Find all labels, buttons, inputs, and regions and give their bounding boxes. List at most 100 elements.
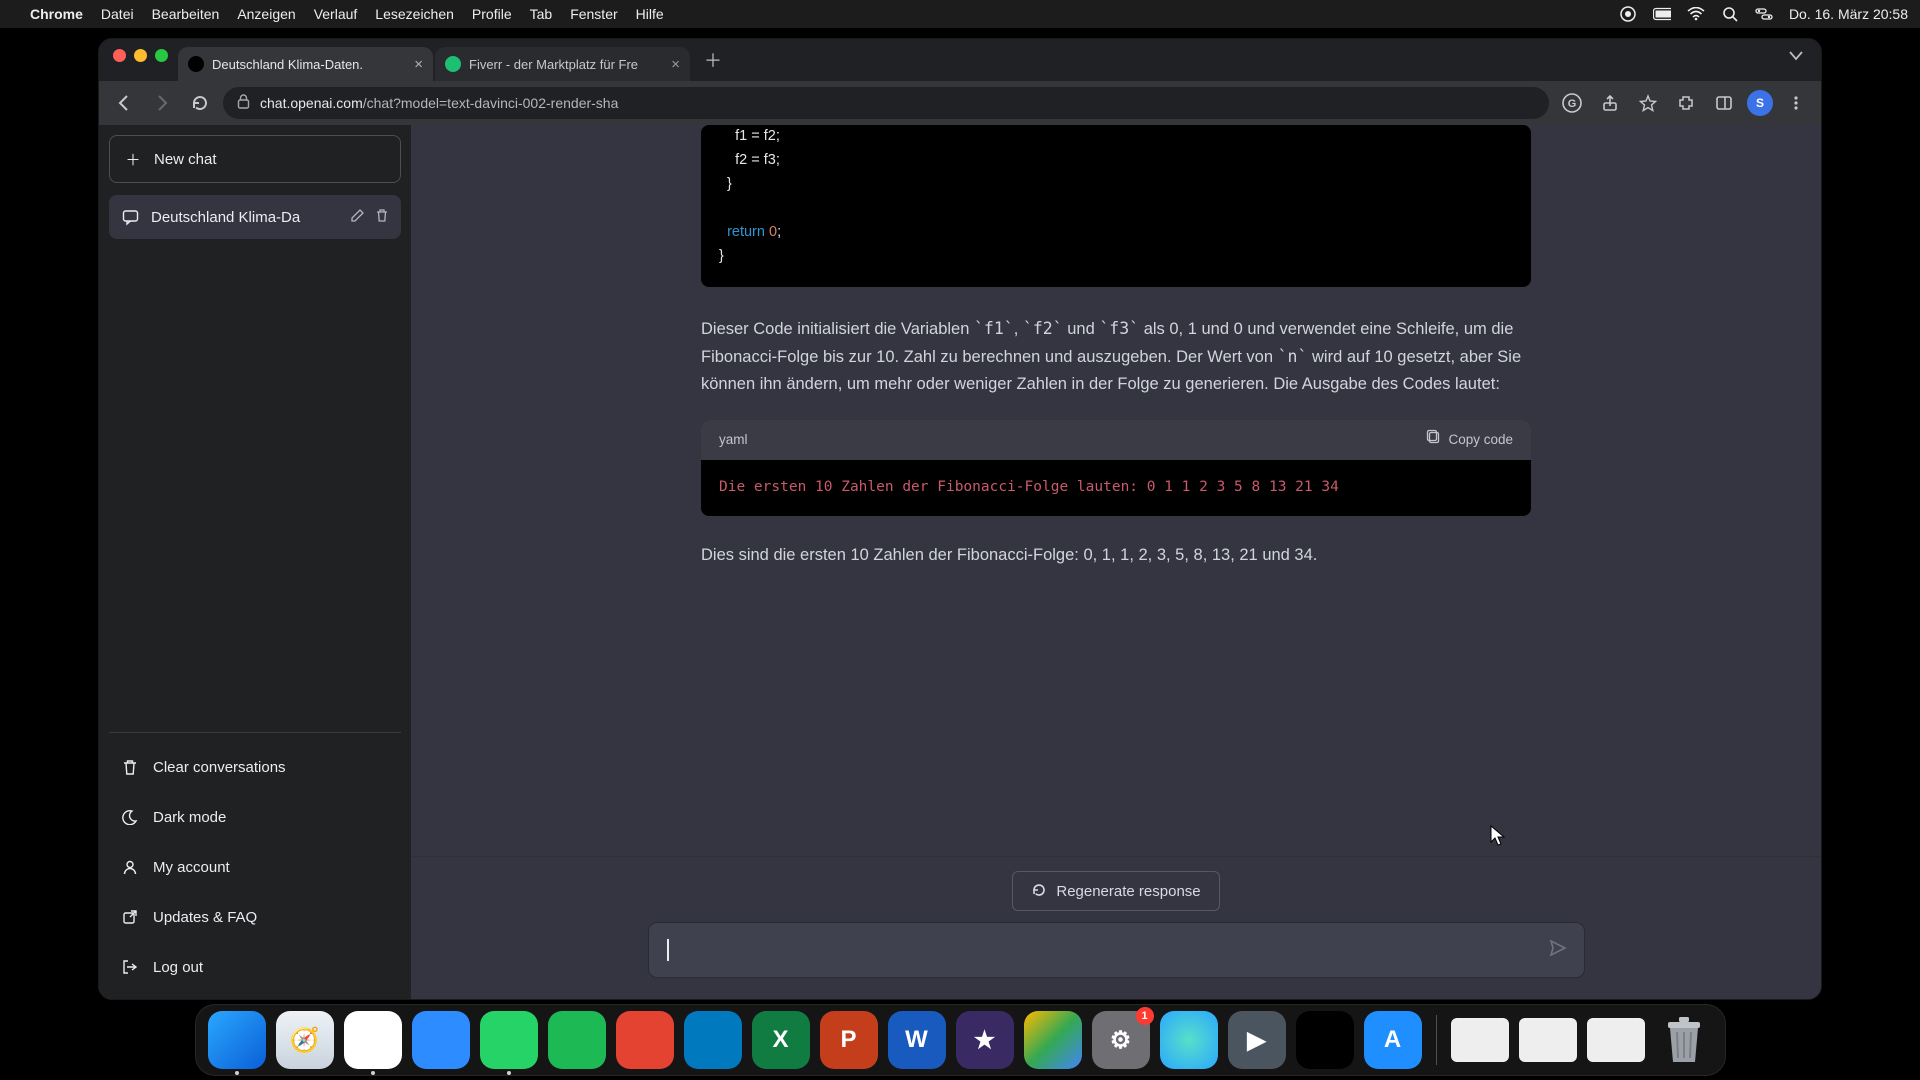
- page-content: ＋ New chat Deutschland Klima-Da: [99, 125, 1821, 999]
- window-close-button[interactable]: [113, 49, 126, 62]
- dock-minimized-window[interactable]: [1451, 1018, 1509, 1062]
- text-caret: [667, 939, 669, 961]
- menubar-clock[interactable]: Do. 16. März 20:58: [1789, 6, 1908, 22]
- dock-app-quicktime[interactable]: ▶: [1228, 1011, 1286, 1069]
- nav-forward-button[interactable]: [147, 88, 177, 118]
- tab-overflow-icon[interactable]: [1789, 51, 1815, 69]
- lock-icon: [237, 94, 250, 112]
- nav-back-button[interactable]: [109, 88, 139, 118]
- window-minimize-button[interactable]: [134, 49, 147, 62]
- chatgpt-sidebar: ＋ New chat Deutschland Klima-Da: [99, 125, 411, 999]
- tab-title: Fiverr - der Marktplatz für Fre: [469, 57, 663, 72]
- badge: 1: [1136, 1007, 1154, 1025]
- dock-app-finder[interactable]: [208, 1011, 266, 1069]
- dock-app-excel[interactable]: X: [752, 1011, 810, 1069]
- sidebar-clear-conversations[interactable]: Clear conversations: [109, 745, 401, 789]
- regenerate-response-button[interactable]: Regenerate response: [1012, 871, 1219, 911]
- menu-anzeigen[interactable]: Anzeigen: [237, 6, 295, 22]
- menubar-app-name[interactable]: Chrome: [30, 6, 83, 22]
- code-language-label: yaml: [719, 429, 748, 451]
- message-input[interactable]: [649, 923, 1584, 977]
- dock-app-appstore[interactable]: A: [1364, 1011, 1422, 1069]
- tab-close-icon[interactable]: ×: [414, 57, 423, 72]
- sidebar-item-label: Log out: [153, 959, 203, 976]
- new-tab-button[interactable]: ＋: [698, 45, 728, 75]
- dock-app-powerpoint[interactable]: P: [820, 1011, 878, 1069]
- tab-inactive[interactable]: Fiverr - der Marktplatz für Fre ×: [435, 47, 690, 81]
- browser-toolbar: chat.openai.com/chat?model=text-davinci-…: [99, 81, 1821, 125]
- conversation-item[interactable]: Deutschland Klima-Da: [109, 195, 401, 239]
- send-button-icon[interactable]: [1548, 938, 1568, 963]
- wifi-icon[interactable]: [1687, 5, 1705, 23]
- tab-active[interactable]: Deutschland Klima-Daten. ×: [178, 47, 433, 81]
- sidebar-item-label: Dark mode: [153, 809, 226, 826]
- dock-app-voice-memos[interactable]: [1296, 1011, 1354, 1069]
- extensions-icon[interactable]: [1671, 88, 1701, 118]
- dock-app-imovie[interactable]: ★: [956, 1011, 1014, 1069]
- dock-separator: [1436, 1015, 1437, 1065]
- google-account-icon[interactable]: G: [1557, 88, 1587, 118]
- bookmark-star-icon[interactable]: [1633, 88, 1663, 118]
- dock-app-chrome[interactable]: [344, 1011, 402, 1069]
- plus-icon: ＋: [124, 149, 142, 170]
- profile-avatar[interactable]: S: [1747, 90, 1773, 116]
- trash-icon: [121, 759, 139, 776]
- window-maximize-button[interactable]: [155, 49, 168, 62]
- menu-datei[interactable]: Datei: [101, 6, 134, 22]
- dock-app-whatsapp[interactable]: [480, 1011, 538, 1069]
- tab-title: Deutschland Klima-Daten.: [212, 57, 406, 72]
- spotlight-search-icon[interactable]: [1721, 5, 1739, 23]
- nav-reload-button[interactable]: [185, 88, 215, 118]
- regenerate-label: Regenerate response: [1056, 883, 1200, 900]
- logout-icon: [121, 959, 139, 975]
- screen-record-icon[interactable]: [1619, 5, 1637, 23]
- copy-code-button[interactable]: Copy code: [1426, 429, 1513, 451]
- svg-text:G: G: [1568, 98, 1577, 110]
- dock-app-settings[interactable]: ⚙1: [1092, 1011, 1150, 1069]
- new-chat-button[interactable]: ＋ New chat: [109, 135, 401, 183]
- refresh-icon: [1031, 882, 1046, 901]
- sidepanel-icon[interactable]: [1709, 88, 1739, 118]
- dock-app-word[interactable]: W: [888, 1011, 946, 1069]
- tab-favicon: [445, 56, 461, 72]
- menu-tab[interactable]: Tab: [530, 6, 553, 22]
- dock-app-spotify[interactable]: [548, 1011, 606, 1069]
- dock-minimized-window[interactable]: [1587, 1018, 1645, 1062]
- control-center-icon[interactable]: [1755, 5, 1773, 23]
- dock-trash[interactable]: [1655, 1011, 1713, 1069]
- running-indicator: [371, 1071, 375, 1075]
- menu-profile[interactable]: Profile: [472, 6, 512, 22]
- dock-app-trello[interactable]: [684, 1011, 742, 1069]
- menu-fenster[interactable]: Fenster: [570, 6, 617, 22]
- tab-close-icon[interactable]: ×: [671, 57, 680, 72]
- dock-app-safari[interactable]: 🧭: [276, 1011, 334, 1069]
- conversation-title: Deutschland Klima-Da: [151, 209, 338, 226]
- sidebar-my-account[interactable]: My account: [109, 845, 401, 889]
- menu-verlauf[interactable]: Verlauf: [314, 6, 358, 22]
- chat-bubble-icon: [121, 209, 139, 226]
- tab-strip: Deutschland Klima-Daten. × Fiverr - der …: [99, 39, 1821, 81]
- dock-app-zoom[interactable]: [412, 1011, 470, 1069]
- dock-minimized-window[interactable]: [1519, 1018, 1577, 1062]
- chat-main: f1 = f2; f2 = f3; } return 0; } Dieser C…: [411, 125, 1821, 999]
- chrome-menu-icon[interactable]: [1781, 88, 1811, 118]
- sidebar-log-out[interactable]: Log out: [109, 945, 401, 989]
- menu-hilfe[interactable]: Hilfe: [636, 6, 664, 22]
- sidebar-item-label: Updates & FAQ: [153, 909, 257, 926]
- battery-icon[interactable]: [1653, 5, 1671, 23]
- sidebar-updates-faq[interactable]: Updates & FAQ: [109, 895, 401, 939]
- assistant-paragraph: Dieser Code initialisiert die Variablen …: [701, 315, 1531, 399]
- delete-conversation-icon[interactable]: [375, 208, 389, 227]
- dock-app-siri[interactable]: [1160, 1011, 1218, 1069]
- sidebar-item-label: My account: [153, 859, 230, 876]
- menu-bearbeiten[interactable]: Bearbeiten: [152, 6, 220, 22]
- moon-icon: [121, 809, 139, 825]
- sidebar-dark-mode[interactable]: Dark mode: [109, 795, 401, 839]
- menu-lesezeichen[interactable]: Lesezeichen: [375, 6, 454, 22]
- dock-app-todoist[interactable]: [616, 1011, 674, 1069]
- code-block: f1 = f2; f2 = f3; } return 0; }: [701, 125, 1531, 287]
- address-bar[interactable]: chat.openai.com/chat?model=text-davinci-…: [223, 87, 1549, 119]
- dock-app-drive[interactable]: [1024, 1011, 1082, 1069]
- share-icon[interactable]: [1595, 88, 1625, 118]
- edit-conversation-icon[interactable]: [350, 208, 365, 227]
